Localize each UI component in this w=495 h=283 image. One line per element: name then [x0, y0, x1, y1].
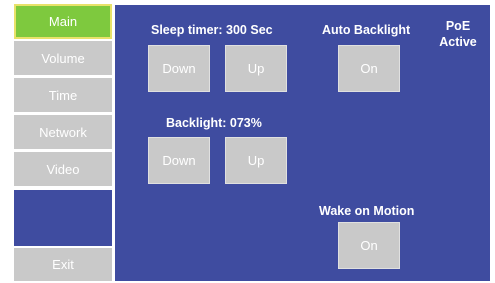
- sleep-timer-up-button[interactable]: Up: [225, 45, 287, 92]
- exit-button[interactable]: Exit: [14, 248, 112, 281]
- exit-button-label: Exit: [52, 257, 74, 272]
- sleep-timer-down-button[interactable]: Down: [148, 45, 210, 92]
- poe-status-line1: PoE: [445, 19, 471, 33]
- wake-on-motion-toggle-button[interactable]: On: [338, 222, 400, 269]
- sidebar-item-network[interactable]: Network: [14, 115, 112, 150]
- button-label: Down: [162, 61, 196, 76]
- auto-backlight-toggle-button[interactable]: On: [338, 45, 400, 92]
- button-label: On: [360, 238, 378, 253]
- sidebar-item-time[interactable]: Time: [14, 78, 112, 113]
- touch-panel-screen: Main Volume Time Network Video Exit Slee…: [0, 0, 495, 283]
- sidebar-item-main[interactable]: Main: [14, 4, 112, 39]
- wake-on-motion-label: Wake on Motion: [319, 204, 415, 218]
- poe-status-line2: Active: [439, 35, 477, 49]
- button-label: Up: [247, 61, 265, 76]
- sidebar-item-label: Volume: [41, 50, 85, 66]
- sidebar-item-label: Main: [48, 14, 78, 29]
- sidebar-item-label: Video: [46, 161, 80, 177]
- backlight-down-button[interactable]: Down: [148, 137, 210, 184]
- sidebar-item-label: Network: [39, 124, 87, 140]
- auto-backlight-label: Auto Backlight: [322, 23, 411, 37]
- sidebar-spacer: [14, 190, 112, 246]
- button-label: Down: [162, 153, 196, 168]
- backlight-label: Backlight: 073%: [166, 116, 262, 130]
- button-label: Up: [247, 153, 265, 168]
- sidebar-item-video[interactable]: Video: [14, 152, 112, 187]
- backlight-up-button[interactable]: Up: [225, 137, 287, 184]
- sidebar-item-volume[interactable]: Volume: [14, 41, 112, 76]
- sidebar-item-label: Time: [48, 87, 78, 103]
- sleep-timer-label: Sleep timer: 300 Sec: [151, 23, 273, 37]
- button-label: On: [360, 61, 378, 76]
- poe-status: PoE Active: [433, 18, 483, 50]
